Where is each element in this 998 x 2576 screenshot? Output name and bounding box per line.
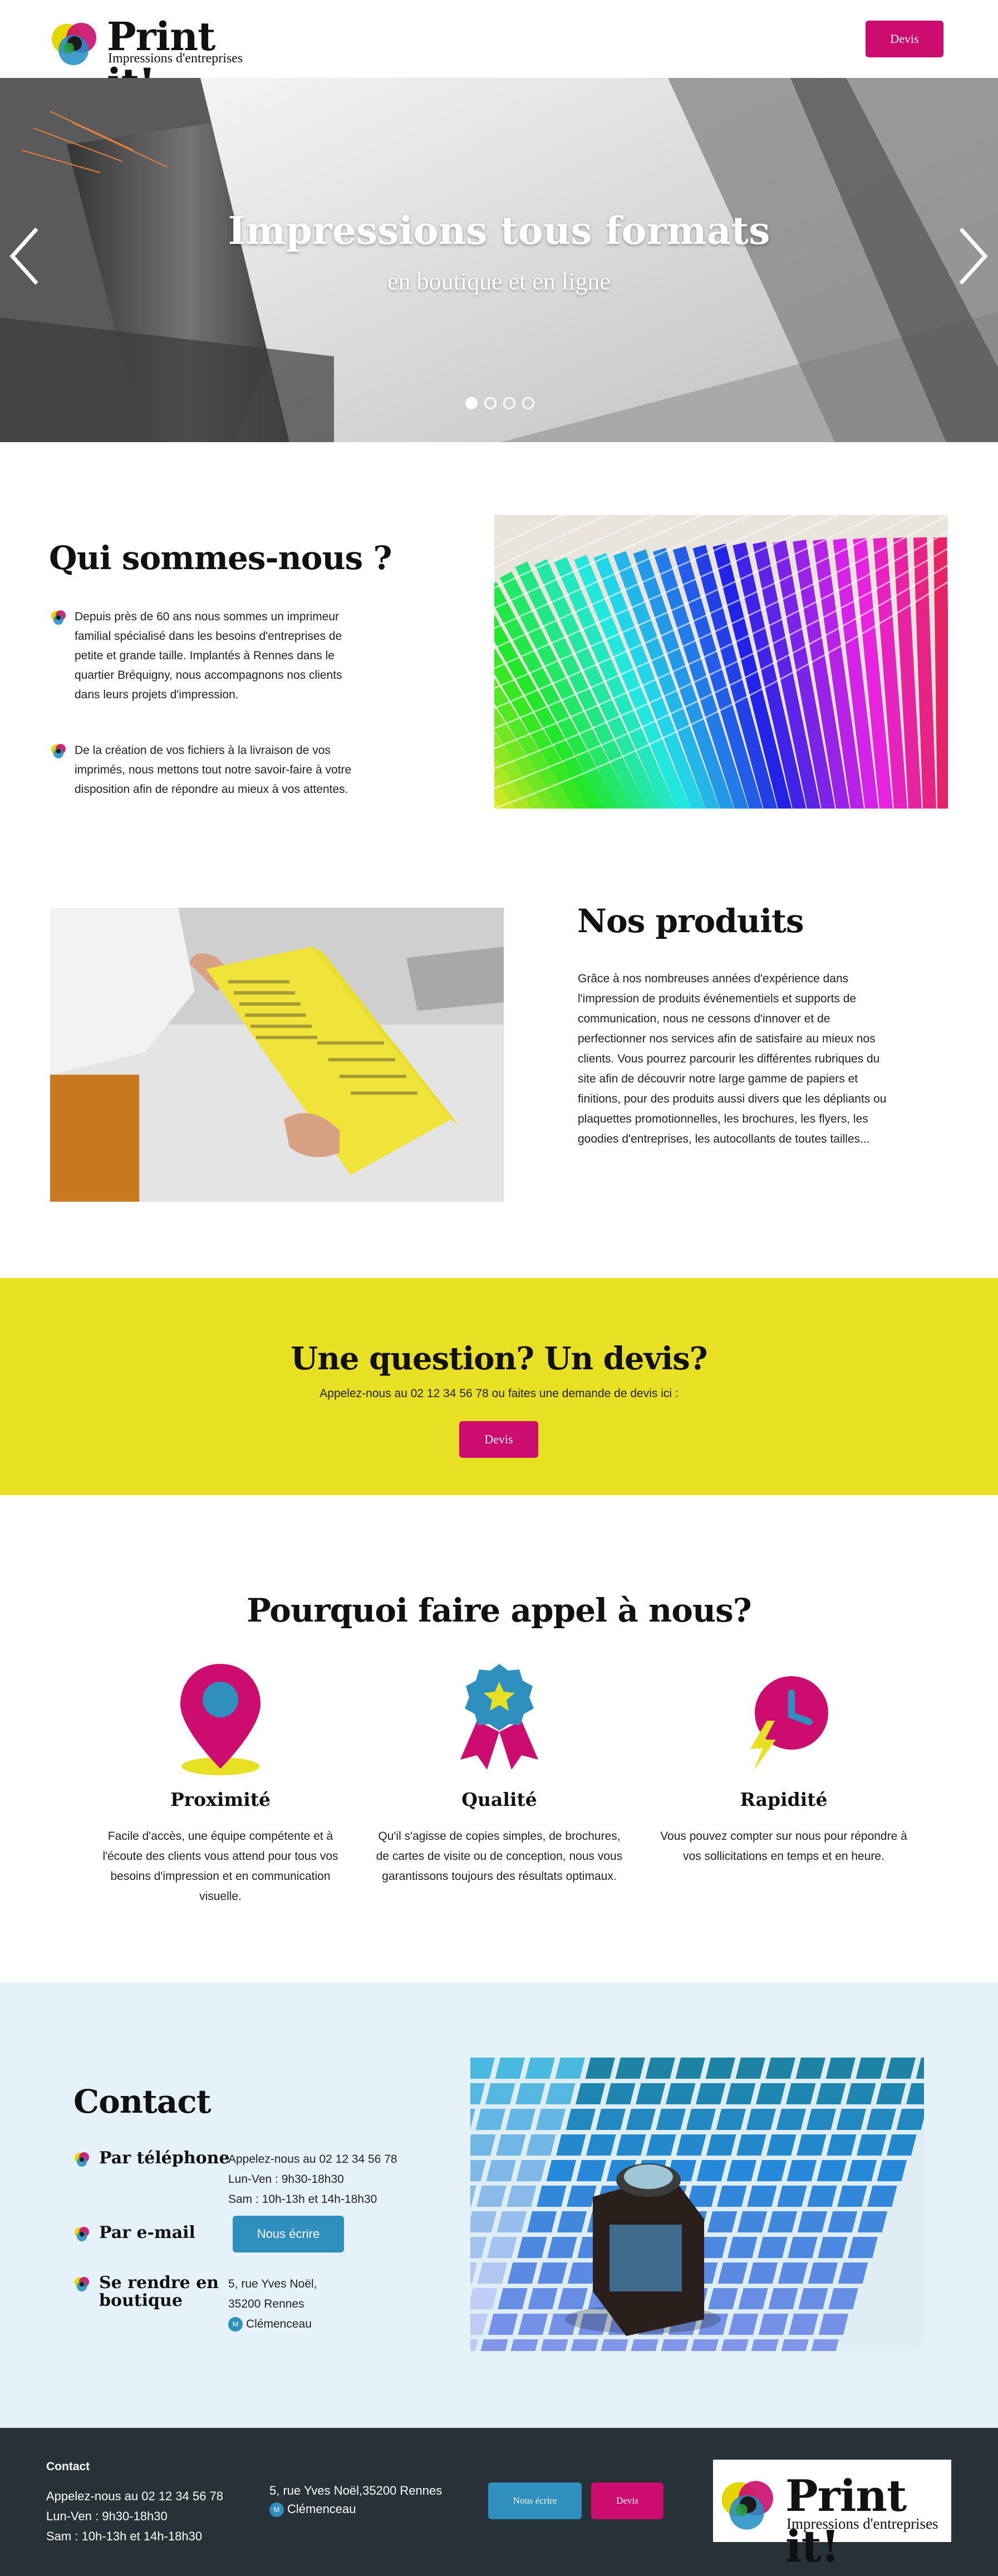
cmyk-bullet-icon xyxy=(75,2227,89,2241)
hero-subtitle: en boutique et en ligne xyxy=(387,268,611,295)
footer-phone[interactable]: Appelez-nous au 02 12 34 56 78 xyxy=(46,2489,223,2504)
contact-metro: M Clémenceau xyxy=(228,2314,317,2334)
about-bullet: Depuis près de 60 ans nous sommes un imp… xyxy=(50,607,342,729)
why-item-name: Proximité xyxy=(170,1789,271,1810)
hero-title: Impressions tous formats xyxy=(228,209,770,253)
cmyk-bullet-icon xyxy=(51,744,66,758)
contact-hours-saturday: Sam : 10h-13h et 14h-18h30 xyxy=(228,2193,377,2206)
why-item-text: Qu'il s'agisse de copies simples, de bro… xyxy=(376,1830,623,1883)
cmyk-bullet-icon xyxy=(75,2277,89,2291)
contact-visit-label: Se rendre en boutique xyxy=(99,2273,219,2310)
why-item-name: Rapidité xyxy=(740,1789,828,1810)
contact-title: Contact xyxy=(73,2083,211,2120)
clock-lightning-icon xyxy=(750,1676,828,1771)
slider-dot[interactable] xyxy=(522,397,534,409)
footer-hours-saturday: Sam : 10h-13h et 14h-18h30 xyxy=(46,2529,203,2543)
slider-dot[interactable] xyxy=(465,397,478,409)
why-item-text: Facile d'accès, une équipe compétente et… xyxy=(102,1830,338,1903)
cmyk-bullet-icon xyxy=(75,2152,89,2167)
quote-cta-banner: Une question? Un devis? Appelez-nous au … xyxy=(0,1278,998,1495)
footer-brand-tagline: Impressions d'entreprises xyxy=(786,2515,938,2532)
products-title: Nos produits xyxy=(577,902,804,940)
footer-metro: M Clémenceau xyxy=(269,2502,356,2518)
slider-dot[interactable] xyxy=(503,397,515,409)
location-pin-icon xyxy=(180,1664,260,1775)
about-bullet-text: De la création de vos fichiers à la livr… xyxy=(75,744,352,796)
footer-address: 5, rue Yves Noël,35200 Rennes xyxy=(269,2484,443,2497)
contact-hours-weekday: Lun-Ven : 9h30-18h30 xyxy=(228,2173,344,2186)
contact-phone-info: Appelez-nous au 02 12 34 56 78 Lun-Ven :… xyxy=(228,2149,397,2210)
color-swatch-photo xyxy=(494,515,948,809)
cmyk-logo-icon xyxy=(721,2481,773,2530)
site-header: Print it! Impressions d'entreprises Devi… xyxy=(0,0,998,106)
contact-section: Contact Par téléphone Appelez-nous au 02… xyxy=(0,1982,998,2428)
contact-city: 35200 Rennes xyxy=(228,2298,304,2310)
slider-dots xyxy=(465,397,538,410)
loupe-color-chart-photo xyxy=(470,2058,924,2351)
why-item-text: Vous pouvez compter sur nous pour répond… xyxy=(660,1830,907,1863)
cmyk-logo-icon xyxy=(52,23,96,65)
contact-metro-label: Clémenceau xyxy=(246,2318,312,2330)
slider-dot[interactable] xyxy=(484,397,496,409)
about-title: Qui sommes-nous ? xyxy=(49,539,392,577)
cta-devis-button[interactable]: Devis xyxy=(459,1421,538,1458)
cmyk-bullet-icon xyxy=(51,610,66,625)
contact-address: 5, rue Yves Noël, 35200 Rennes M Clémence… xyxy=(228,2274,317,2334)
footer-logo[interactable]: Print it! Impressions d'entreprises xyxy=(713,2460,951,2572)
award-ribbon-icon xyxy=(460,1664,538,1770)
contact-street: 5, rue Yves Noël, xyxy=(228,2278,317,2290)
site-footer: Contact Appelez-nous au 02 12 34 56 78 L… xyxy=(0,2428,998,2576)
why-item-name: Qualité xyxy=(461,1789,537,1810)
footer-devis-button[interactable]: Devis xyxy=(591,2482,663,2519)
about-bullet-text: Depuis près de 60 ans nous sommes un imp… xyxy=(75,610,342,701)
why-title: Pourquoi faire appel à nous? xyxy=(247,1591,752,1629)
brochure-photo xyxy=(50,908,504,1202)
contact-email-label: Par e-mail xyxy=(99,2223,195,2242)
hero-slider: Impressions tous formats en boutique et … xyxy=(0,78,998,442)
hero-printing-press-image xyxy=(0,78,998,442)
metro-icon: M xyxy=(228,2317,243,2332)
chevron-left-icon[interactable] xyxy=(8,226,41,287)
brand-logo[interactable]: Print it! Impressions d'entreprises xyxy=(49,13,260,106)
contact-write-button[interactable]: Nous écrire xyxy=(233,2216,344,2252)
chevron-right-icon[interactable] xyxy=(956,226,990,287)
footer-hours-weekday: Lun-Ven : 9h30-18h30 xyxy=(46,2509,168,2523)
brand-tagline: Impressions d'entreprises xyxy=(108,51,243,66)
contact-phone-number[interactable]: Appelez-nous au 02 12 34 56 78 xyxy=(228,2149,397,2169)
cta-subtitle: Appelez-nous au 02 12 34 56 78 ou faites… xyxy=(319,1387,679,1400)
metro-icon: M xyxy=(269,2502,284,2518)
header-devis-button[interactable]: Devis xyxy=(866,21,943,57)
contact-phone-label: Par téléphone xyxy=(99,2148,230,2168)
products-text: Grâce à nos nombreuses années d'expérien… xyxy=(578,972,887,1145)
footer-metro-label: Clémenceau xyxy=(287,2502,356,2516)
footer-write-button[interactable]: Nous écrire xyxy=(488,2482,582,2519)
cta-title: Une question? Un devis? xyxy=(291,1340,707,1377)
footer-heading: Contact xyxy=(46,2460,90,2473)
about-bullet: De la création de vos fichiers à la livr… xyxy=(50,741,351,824)
